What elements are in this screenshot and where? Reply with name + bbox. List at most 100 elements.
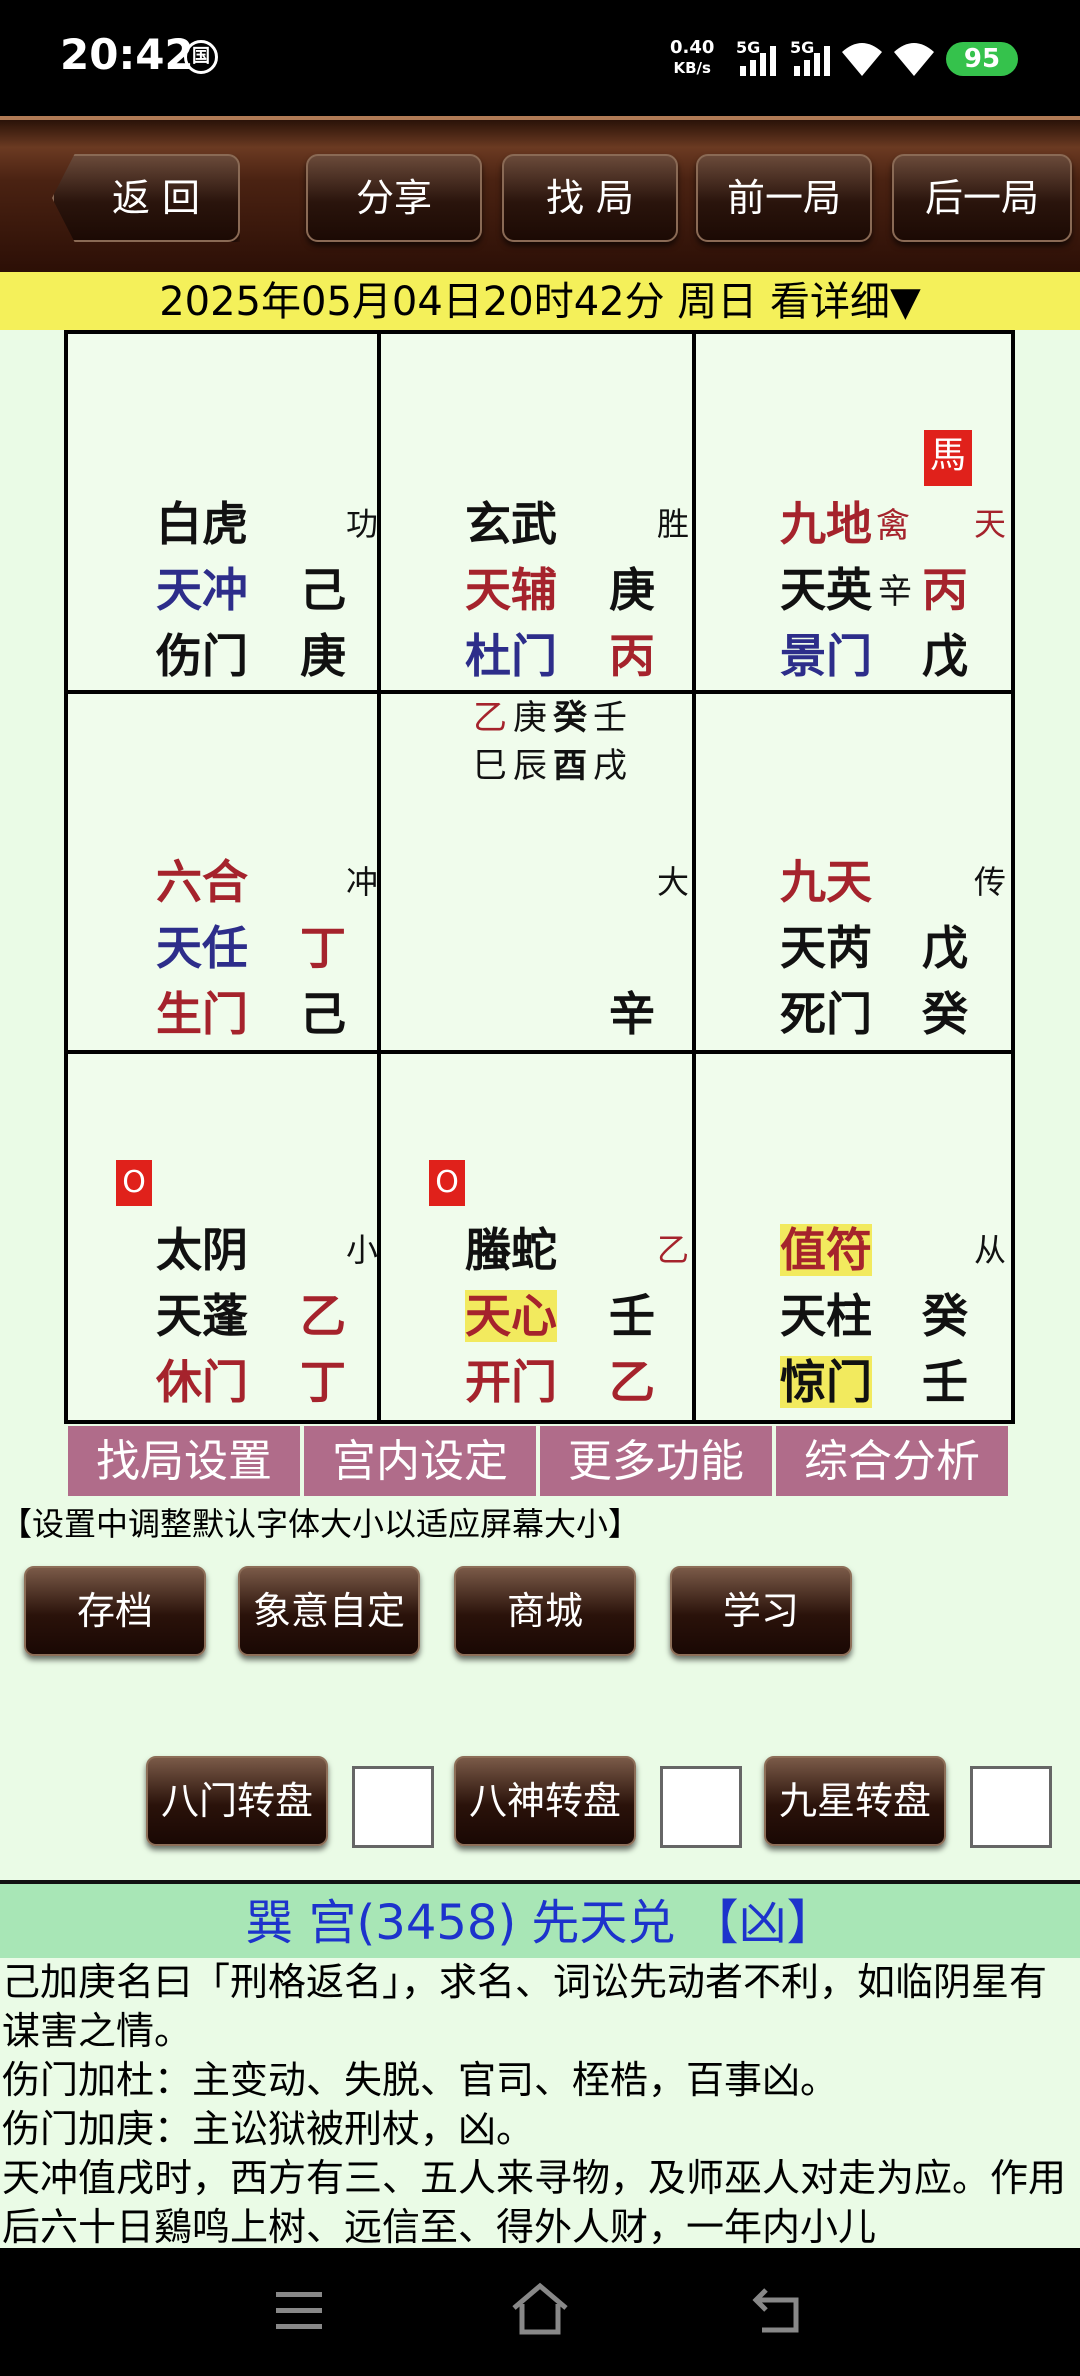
study-button[interactable]: 学习 (670, 1566, 852, 1656)
palace-side-mark: 天 (974, 505, 1007, 543)
center-stem-1: 乙 (473, 698, 507, 738)
desc-line: 伤门加杜：主变动、失脱、官司、桎梏，百事凶。 (2, 2058, 839, 2102)
nine-palace-grid: 白虎 功 天冲 己 伤门 庚 玄武 胜 天辅 庚 杜门 丙 馬 九地 禽 天 天… (64, 330, 1015, 1424)
center-branch-3: 酉 (553, 746, 587, 786)
palace-description: 己加庚名曰「刑格返名」，求名、词讼先动者不利，如临阴星有谋害之情。 伤门加杜：主… (0, 1958, 1080, 2248)
wifi-icon (842, 43, 882, 76)
palace-god: 螣蛇 (465, 1223, 557, 1277)
center-branch-1: 巳 (473, 746, 507, 786)
palace-star: 天冲 (156, 563, 248, 617)
palace-door: 死门 (780, 987, 872, 1041)
palace-side-mark: 乙 (657, 1231, 690, 1269)
door-rotate-button[interactable]: 八门转盘 (146, 1756, 328, 1846)
palace-side-mark: 功 (346, 505, 379, 543)
palace-cell-7[interactable]: O 太阴 小 天蓬 乙 休门 丁 (68, 1054, 379, 1420)
desc-line: 天冲值戌时，西方有三、五人来寻物，及师巫人对走为应。作用后六十日鷄鸣上树、远信至… (2, 2156, 1067, 2248)
palace-star: 天任 (156, 921, 248, 975)
center-branch-4: 戌 (593, 746, 627, 786)
horse-badge: 馬 (924, 430, 972, 486)
menu-icon[interactable] (274, 2288, 324, 2334)
palace-side-mark: 胜 (657, 505, 690, 543)
system-navigation-bar (0, 2248, 1080, 2376)
palace-star: 天心 (465, 1289, 557, 1343)
tab-palace-settings[interactable]: 宫内设定 (304, 1426, 536, 1496)
palace-star-stem: 庚 (609, 563, 655, 617)
wifi-2-icon (894, 43, 934, 76)
palace-door: 休门 (156, 1355, 248, 1409)
palace-door: 杜门 (465, 629, 557, 683)
date-detail-bar[interactable]: 2025年05月04日20时42分 周日 看详细▼ (0, 272, 1080, 330)
palace-star-stem: 乙 (300, 1289, 346, 1343)
star-rotate-button[interactable]: 九星转盘 (764, 1756, 946, 1846)
palace-title: 巽 宫(3458) 先天兑 【凶】 (0, 1880, 1080, 1958)
signal-bars-1-icon (740, 46, 776, 76)
palace-door-stem: 乙 (609, 1355, 655, 1409)
save-button[interactable]: 存档 (24, 1566, 206, 1656)
prev-button[interactable]: 前一局 (696, 154, 872, 242)
center-stem-2: 庚 (513, 698, 547, 738)
palace-door-stem: 庚 (300, 629, 346, 683)
share-button[interactable]: 分享 (306, 154, 482, 242)
palace-side-mark: 传 (974, 863, 1007, 901)
palace-cell-9[interactable]: 值符 从 天柱 癸 惊门 壬 (696, 1054, 1011, 1420)
palace-door-stem: 癸 (922, 987, 968, 1041)
empty-mark-badge: O (429, 1160, 465, 1206)
god-rotate-checkbox[interactable] (660, 1766, 742, 1848)
status-time: 20:42 (60, 30, 194, 79)
palace-cell-3[interactable]: 馬 九地 禽 天 天英 辛 丙 景门 戊 (696, 334, 1011, 690)
palace-cell-2[interactable]: 玄武 胜 天辅 庚 杜门 丙 (381, 334, 692, 690)
top-toolbar: 返 回 分享 找 局 前一局 后一局 (0, 116, 1080, 272)
next-button[interactable]: 后一局 (892, 154, 1072, 242)
palace-door-stem: 丙 (609, 629, 655, 683)
palace-door: 伤门 (156, 629, 248, 683)
palace-side-mark: 小 (346, 1231, 379, 1269)
palace-cell-4[interactable]: 六合 冲 天任 丁 生门 己 (68, 694, 378, 1050)
palace-cell-1[interactable]: 白虎 功 天冲 己 伤门 庚 (68, 334, 379, 690)
palace-god: 九天 (780, 855, 872, 909)
empty-mark-badge: O (116, 1160, 152, 1206)
palace-god: 值符 (780, 1223, 872, 1277)
palace-star: 天芮 (780, 921, 872, 975)
door-rotate-checkbox[interactable] (352, 1766, 434, 1848)
palace-star-stem: 癸 (922, 1289, 968, 1343)
palace-god: 太阴 (156, 1223, 248, 1277)
network-speed: 0.40 KB/s (670, 37, 715, 78)
palace-side-mark: 从 (974, 1231, 1007, 1269)
palace-god: 玄武 (465, 497, 557, 551)
center-stem: 辛 (609, 987, 655, 1041)
palace-door-stem: 己 (300, 987, 346, 1041)
palace-god: 九地 (780, 497, 872, 551)
palace-star-stem: 己 (300, 563, 346, 617)
custom-meaning-button[interactable]: 象意自定 (238, 1566, 420, 1656)
font-size-hint: 【设置中调整默认字体大小以适应屏幕大小】 (0, 1505, 641, 1543)
star-rotate-checkbox[interactable] (970, 1766, 1052, 1848)
battery-indicator: 95 (946, 42, 1018, 76)
god-rotate-button[interactable]: 八神转盘 (454, 1756, 636, 1846)
palace-god-extra: 禽 (876, 506, 910, 546)
status-bar: 20:42 国 0.40 KB/s 5G 5G 95 (0, 0, 1080, 116)
tab-analysis[interactable]: 综合分析 (776, 1426, 1008, 1496)
palace-star-stem: 丁 (300, 921, 346, 975)
palace-star: 天英 (780, 563, 872, 617)
tab-find-settings[interactable]: 找局设置 (68, 1426, 300, 1496)
palace-star-stem: 戊 (922, 921, 968, 975)
palace-cell-6[interactable]: 九天 传 天芮 戊 死门 癸 (696, 694, 1011, 1050)
palace-door: 生门 (156, 987, 248, 1041)
back-icon[interactable] (752, 2286, 806, 2336)
palace-cell-center[interactable]: 乙 庚 癸 壬 巳 辰 酉 戌 大 辛 (381, 694, 692, 1050)
palace-star: 天蓬 (156, 1289, 248, 1343)
palace-star-stem: 丙 (922, 563, 968, 617)
back-button[interactable]: 返 回 (52, 154, 240, 242)
shop-button[interactable]: 商城 (454, 1566, 636, 1656)
palace-door-stem: 壬 (922, 1355, 968, 1409)
signal-bars-2-icon (794, 46, 830, 76)
function-tabs: 找局设置 宫内设定 更多功能 综合分析 (68, 1426, 1008, 1496)
desc-line: 伤门加庚：主讼狱被刑杖，凶。 (2, 2107, 535, 2151)
tab-more-functions[interactable]: 更多功能 (540, 1426, 772, 1496)
palace-cell-8[interactable]: O 螣蛇 乙 天心 壬 开门 乙 (381, 1054, 692, 1420)
palace-door-stem: 丁 (300, 1355, 346, 1409)
palace-door: 开门 (465, 1355, 557, 1409)
find-button[interactable]: 找 局 (502, 154, 678, 242)
home-icon[interactable] (510, 2282, 570, 2338)
desc-line: 己加庚名曰「刑格返名」，求名、词讼先动者不利，如临阴星有谋害之情。 (2, 1960, 1048, 2053)
